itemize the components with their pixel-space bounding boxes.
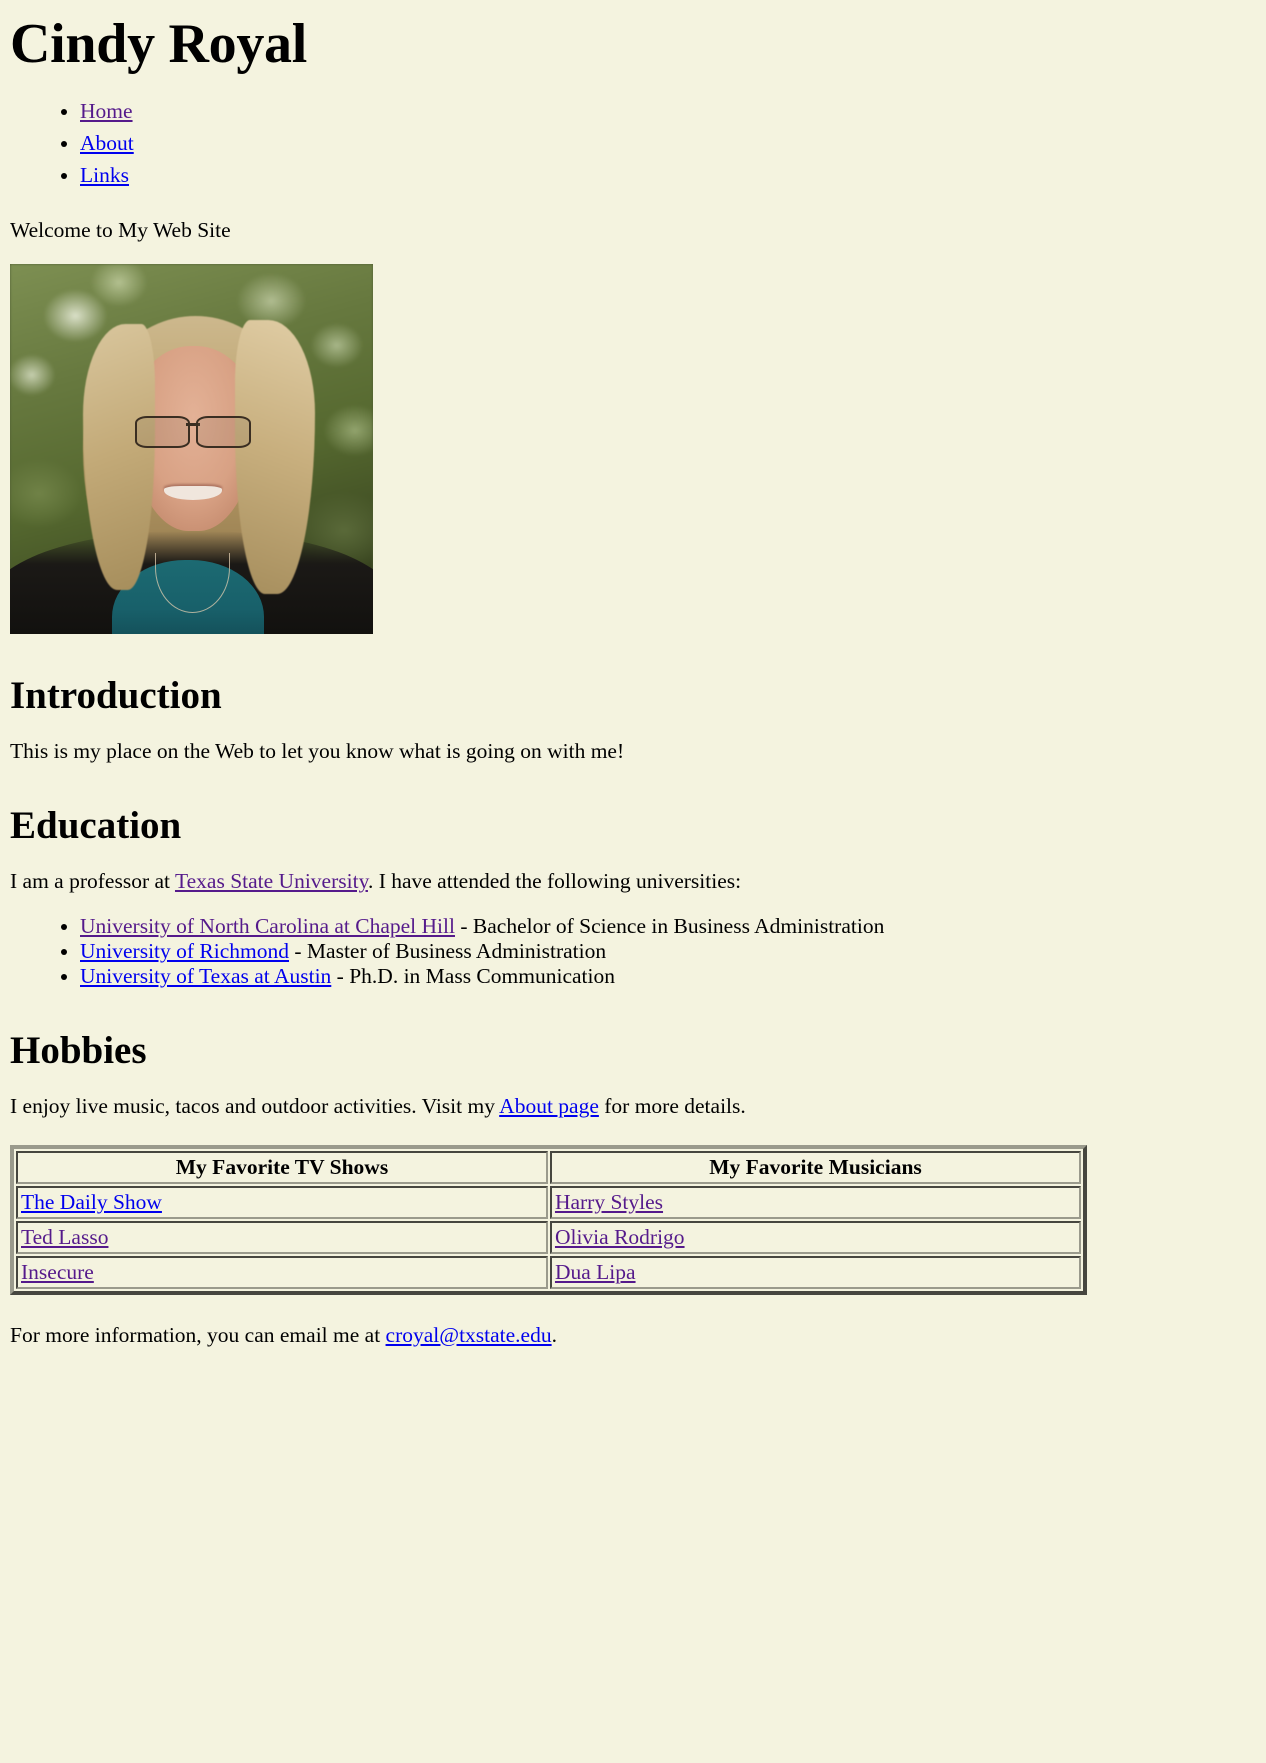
hobbies-body-after: for more details. <box>598 1093 746 1118</box>
table-cell-tv-show: Ted Lasso <box>16 1220 548 1254</box>
education-intro-after: . I have attended the following universi… <box>367 869 742 894</box>
musician-link[interactable]: Olivia Rodrigo <box>555 1225 685 1249</box>
heading-introduction: Introduction <box>10 674 222 718</box>
page-title: Cindy Royal <box>10 13 307 75</box>
photo-glasses-lens-left <box>135 416 191 448</box>
introduction-body: This is my place on the Web to let you k… <box>10 739 625 764</box>
email-link[interactable]: croyal@txstate.edu <box>386 1323 552 1347</box>
page-container: Cindy Royal Home About Links Welcome to … <box>0 15 1266 1348</box>
hobbies-body-before: I enjoy live music, tacos and outdoor ac… <box>10 1093 500 1118</box>
table-cell-musician: Harry Styles <box>549 1185 1081 1219</box>
degree-text: - Bachelor of Science in Business Admini… <box>454 914 885 939</box>
musician-link[interactable]: Dua Lipa <box>555 1260 636 1284</box>
contact-before: For more information, you can email me a… <box>10 1322 386 1347</box>
education-list: University of North Carolina at Chapel H… <box>10 914 1256 989</box>
degree-text: - Master of Business Administration <box>289 939 607 964</box>
photo-glasses <box>135 416 252 448</box>
nav-item-about[interactable]: About <box>80 127 1256 159</box>
ut-austin-link[interactable]: University of Texas at Austin <box>80 964 331 988</box>
welcome-text: Welcome to My Web Site <box>10 217 231 242</box>
list-item: University of Texas at Austin - Ph.D. in… <box>80 964 1256 989</box>
education-intro-before: I am a professor at <box>10 869 175 894</box>
table-row: The Daily Show Harry Styles <box>16 1185 1081 1219</box>
table-cell-musician: Dua Lipa <box>549 1255 1081 1289</box>
table-header-tv-shows: My Favorite TV Shows <box>16 1150 548 1184</box>
nav-link-links[interactable]: Links <box>80 163 129 187</box>
musician-link[interactable]: Harry Styles <box>555 1190 663 1214</box>
list-item: University of North Carolina at Chapel H… <box>80 914 1256 939</box>
tv-show-link[interactable]: The Daily Show <box>21 1190 162 1214</box>
tv-show-link[interactable]: Ted Lasso <box>21 1225 108 1249</box>
table-row: Insecure Dua Lipa <box>16 1255 1081 1289</box>
photo-glasses-lens-right <box>196 416 252 448</box>
hobbies-body: I enjoy live music, tacos and outdoor ac… <box>10 1094 1256 1119</box>
main-navigation: Home About Links <box>10 95 1256 192</box>
heading-hobbies: Hobbies <box>10 1029 147 1073</box>
contact-paragraph: For more information, you can email me a… <box>10 1323 1256 1348</box>
list-item: University of Richmond - Master of Busin… <box>80 939 1256 964</box>
education-intro: I am a professor at Texas State Universi… <box>10 869 1256 894</box>
table-cell-tv-show: The Daily Show <box>16 1185 548 1219</box>
nav-link-about[interactable]: About <box>80 131 134 155</box>
degree-text: - Ph.D. in Mass Communication <box>331 964 615 989</box>
contact-after: . <box>551 1322 557 1347</box>
unc-chapel-hill-link[interactable]: University of North Carolina at Chapel H… <box>80 914 455 938</box>
heading-education: Education <box>10 804 182 848</box>
texas-state-university-link[interactable]: Texas State University <box>175 869 368 893</box>
portrait-photo <box>10 264 373 635</box>
favorites-table: My Favorite TV Shows My Favorite Musicia… <box>10 1144 1087 1295</box>
table-cell-musician: Olivia Rodrigo <box>549 1220 1081 1254</box>
about-page-link[interactable]: About page <box>499 1094 599 1118</box>
tv-show-link[interactable]: Insecure <box>21 1260 94 1284</box>
table-row: Ted Lasso Olivia Rodrigo <box>16 1220 1081 1254</box>
nav-link-home[interactable]: Home <box>80 99 133 123</box>
table-header-musicians: My Favorite Musicians <box>549 1150 1081 1184</box>
university-of-richmond-link[interactable]: University of Richmond <box>80 939 289 963</box>
table-header-row: My Favorite TV Shows My Favorite Musicia… <box>16 1150 1081 1184</box>
table-cell-tv-show: Insecure <box>16 1255 548 1289</box>
nav-item-links[interactable]: Links <box>80 159 1256 191</box>
nav-item-home[interactable]: Home <box>80 95 1256 127</box>
